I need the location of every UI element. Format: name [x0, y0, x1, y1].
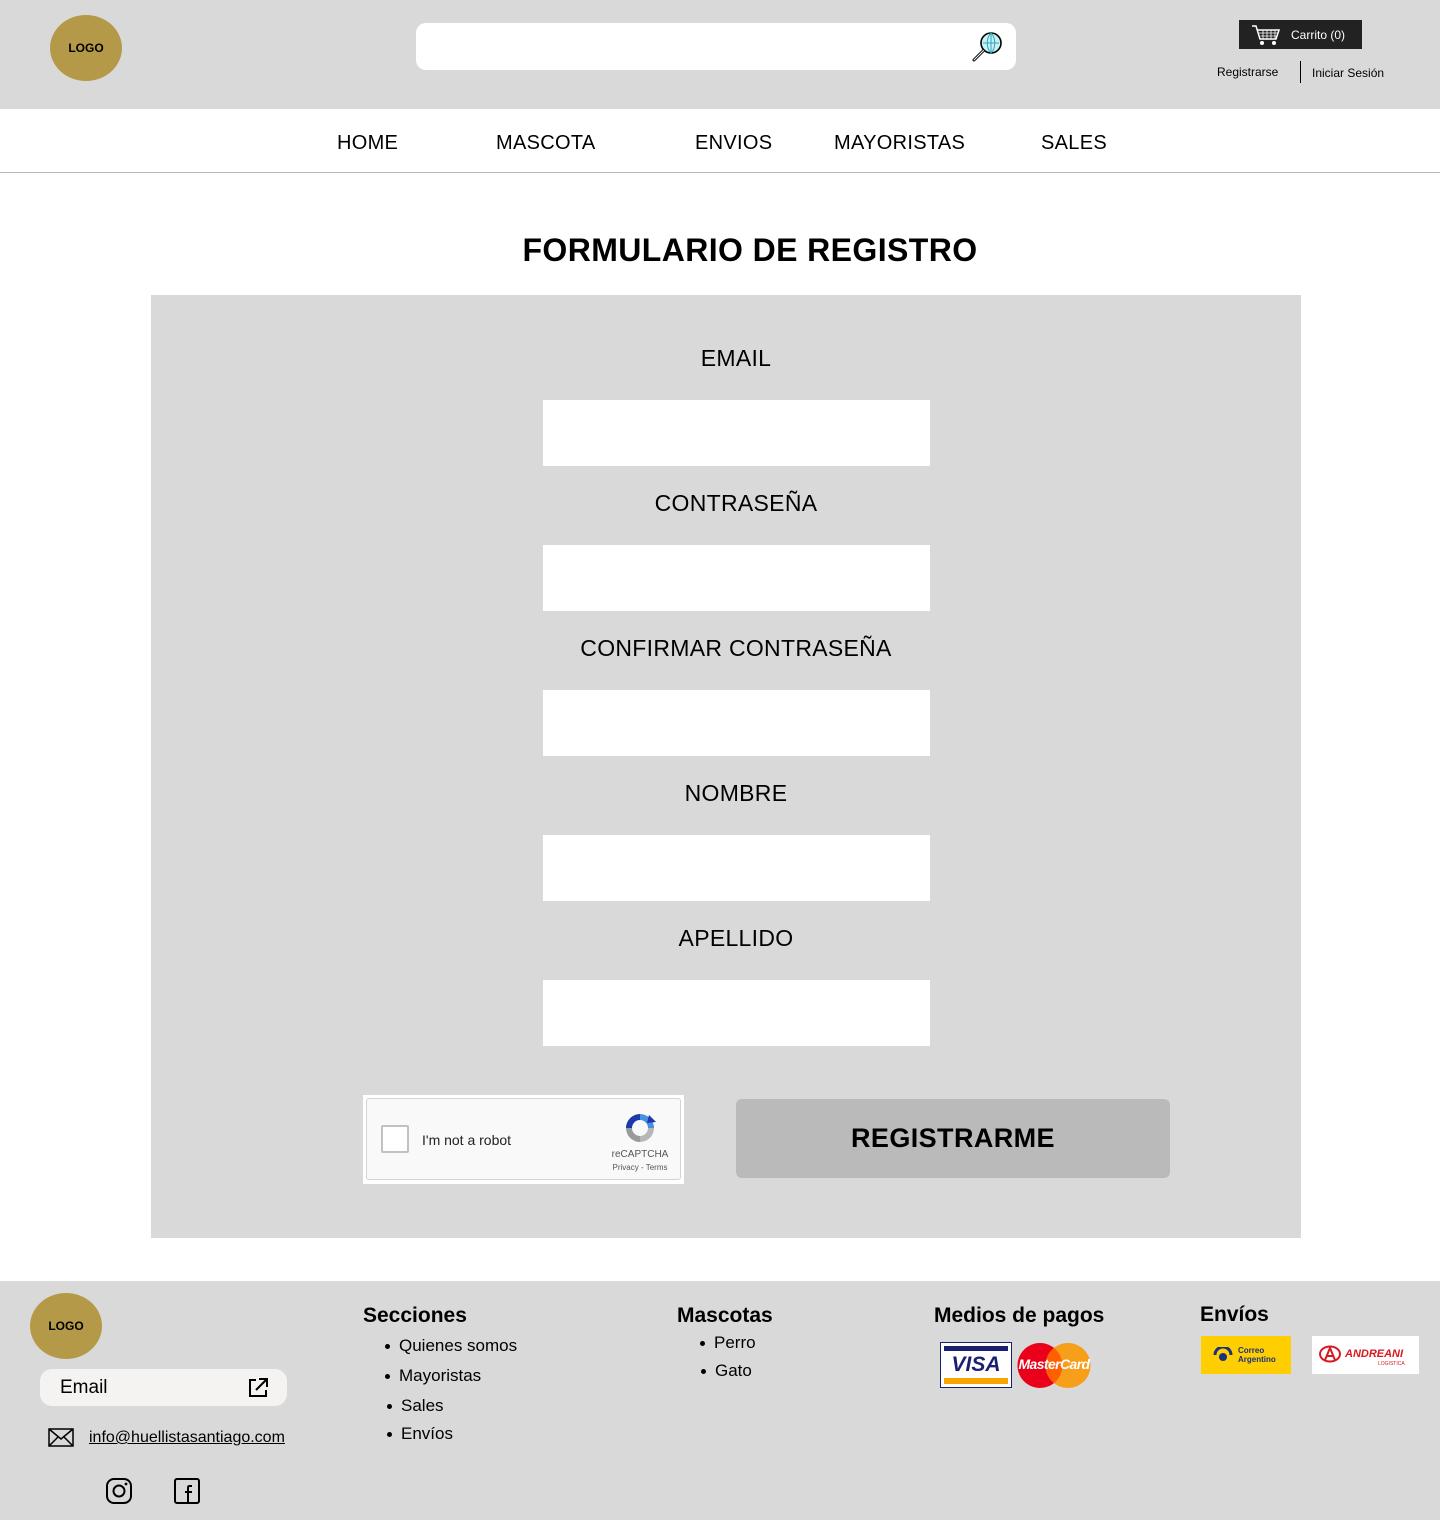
visa-logo-text: VISA: [951, 1353, 1001, 1376]
main-nav: HOME MASCOTA ENVIOS MAYORISTAS SALES: [0, 109, 1440, 173]
search-icon[interactable]: [970, 29, 1006, 65]
first-name-label: NOMBRE: [684, 780, 788, 806]
recaptcha-brand: reCAPTCHA: [611, 1149, 669, 1160]
nav-item-mayoristas[interactable]: MAYORISTAS: [834, 132, 965, 155]
recaptcha-links[interactable]: Privacy - Terms: [597, 1163, 683, 1172]
cart-button[interactable]: Carrito (0): [1239, 20, 1362, 49]
email-field[interactable]: [543, 400, 930, 466]
cart-label: Carrito (0): [1291, 27, 1346, 42]
last-name-label: APELLIDO: [678, 925, 794, 951]
password-label: CONTRASEÑA: [654, 490, 818, 516]
footer-sections-title: Secciones: [363, 1304, 467, 1327]
correo-argentino-icon: [1213, 1347, 1233, 1361]
correo-argentino-text-1: Correo: [1238, 1346, 1265, 1355]
correo-argentino-logo: Correo Argentino: [1201, 1336, 1291, 1374]
confirm-password-label: CONFIRMAR CONTRASEÑA: [580, 635, 892, 661]
footer-link-mayoristas[interactable]: Mayoristas: [384, 1366, 481, 1386]
footer-link-perro[interactable]: Perro: [700, 1333, 756, 1353]
nav-item-home[interactable]: HOME: [337, 132, 398, 155]
andreani-subtext: LOGISTICA: [1378, 1361, 1405, 1367]
andreani-icon: [1319, 1345, 1341, 1363]
footer-link-sales[interactable]: Sales: [387, 1396, 444, 1416]
recaptcha-checkbox[interactable]: [381, 1125, 409, 1153]
facebook-icon[interactable]: [173, 1477, 201, 1505]
mail-icon: [48, 1428, 74, 1447]
external-link-icon: [249, 1378, 268, 1397]
recaptcha-box: I'm not a robot reCAPTCHA Privacy - Term…: [366, 1098, 681, 1180]
footer-logo-text: LOGO: [48, 1319, 84, 1333]
correo-argentino-text-2: Argentino: [1238, 1355, 1276, 1364]
register-submit-button[interactable]: REGISTRARME: [736, 1099, 1170, 1178]
andreani-logo: ANDREANI LOGISTICA: [1312, 1336, 1419, 1374]
visa-logo: VISA: [940, 1342, 1012, 1388]
footer-link-envios[interactable]: Envíos: [387, 1424, 453, 1444]
instagram-icon[interactable]: [105, 1477, 133, 1505]
nav-item-envios[interactable]: ENVIOS: [695, 132, 772, 155]
recaptcha-widget: I'm not a robot reCAPTCHA Privacy - Term…: [363, 1095, 684, 1184]
footer-logo[interactable]: LOGO: [30, 1293, 102, 1359]
nav-item-mascota[interactable]: MASCOTA: [496, 132, 596, 155]
recaptcha-label: I'm not a robot: [422, 1132, 512, 1148]
register-link[interactable]: Registrarse: [1217, 65, 1278, 79]
footer: LOGO Email info@huellistasantiago.com Se…: [0, 1281, 1440, 1520]
login-link[interactable]: Iniciar Sesión: [1312, 66, 1384, 80]
last-name-field[interactable]: [543, 980, 930, 1046]
mastercard-logo-text: MasterCard: [1018, 1356, 1090, 1372]
footer-email-button[interactable]: Email: [40, 1369, 287, 1406]
header-logo-text: LOGO: [68, 41, 104, 55]
recaptcha-logo-icon: [626, 1114, 656, 1142]
footer-shipping-title: Envíos: [1200, 1303, 1269, 1326]
footer-payments-title: Medios de pagos: [934, 1304, 1105, 1327]
search-bar[interactable]: [416, 23, 1016, 70]
footer-pets-title: Mascotas: [677, 1304, 773, 1327]
first-name-field[interactable]: [543, 835, 930, 901]
nav-item-sales[interactable]: SALES: [1041, 132, 1107, 155]
password-field[interactable]: [543, 545, 930, 611]
auth-divider: [1300, 61, 1301, 83]
contact-email-link[interactable]: info@huellistasantiago.com: [89, 1429, 285, 1447]
footer-link-quienes-somos[interactable]: Quienes somos: [384, 1336, 517, 1356]
header-bar: LOGO Carrito (0) Registrarse Iniciar Ses…: [0, 0, 1440, 109]
email-label: EMAIL: [700, 345, 772, 371]
shopping-cart-icon: [1252, 24, 1281, 45]
search-input[interactable]: [430, 31, 970, 62]
confirm-password-field[interactable]: [543, 690, 930, 756]
footer-link-gato[interactable]: Gato: [701, 1361, 752, 1381]
page-title: FORMULARIO DE REGISTRO: [522, 232, 978, 268]
header-logo[interactable]: LOGO: [50, 15, 122, 81]
footer-email-label: Email: [60, 1376, 108, 1398]
andreani-text: ANDREANI: [1345, 1348, 1404, 1360]
